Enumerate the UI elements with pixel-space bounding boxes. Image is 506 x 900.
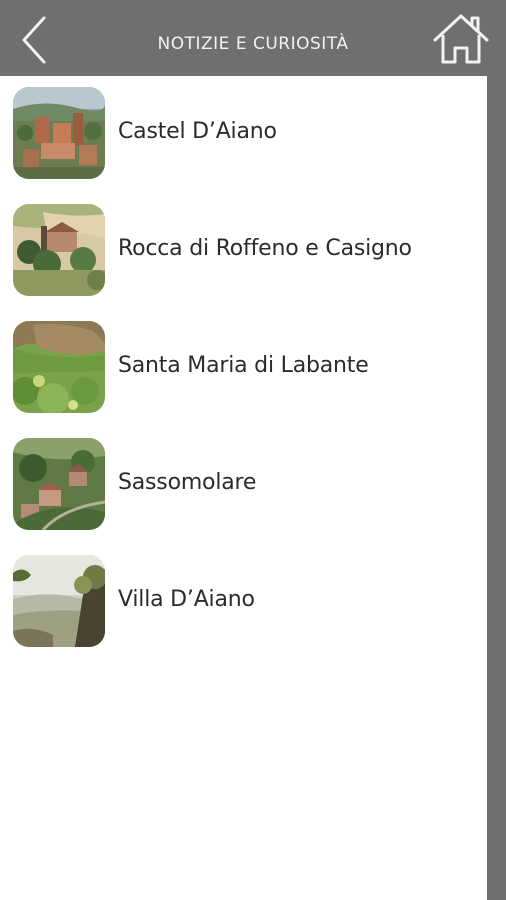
sassomolare-photo xyxy=(13,438,105,530)
list-item-label: Santa Maria di Labante xyxy=(118,353,369,378)
list-item-label: Sassomolare xyxy=(118,470,257,495)
list-item-santa-maria-di-labante[interactable]: Santa Maria di Labante xyxy=(0,310,487,413)
list-item-label: Rocca di Roffeno e Casigno xyxy=(118,236,412,261)
home-icon xyxy=(433,14,489,64)
app-frame: NOTIZIE E CURIOSITÀ Castel D’Aiano Rocca… xyxy=(0,0,506,900)
list-item-castel-daiano[interactable]: Castel D’Aiano xyxy=(0,76,487,179)
scrollbar-track[interactable] xyxy=(487,76,506,900)
santa-maria-di-labante-photo xyxy=(13,321,105,413)
list-item-rocca-di-roffeno[interactable]: Rocca di Roffeno e Casigno xyxy=(0,193,487,296)
list-item-sassomolare[interactable]: Sassomolare xyxy=(0,427,487,530)
home-button[interactable] xyxy=(432,12,490,66)
list-item-villa-daiano[interactable]: Villa D’Aiano xyxy=(0,544,487,647)
app-header: NOTIZIE E CURIOSITÀ xyxy=(0,0,506,76)
page-title: NOTIZIE E CURIOSITÀ xyxy=(157,34,349,54)
list-item-label: Villa D’Aiano xyxy=(118,587,255,612)
villa-daiano-photo xyxy=(13,555,105,647)
castel-daiano-photo xyxy=(13,87,105,179)
list-item-label: Castel D’Aiano xyxy=(118,119,277,144)
news-list-panel: Castel D’Aiano Rocca di Roffeno e Casign… xyxy=(0,76,487,900)
rocca-di-roffeno-photo xyxy=(13,204,105,296)
